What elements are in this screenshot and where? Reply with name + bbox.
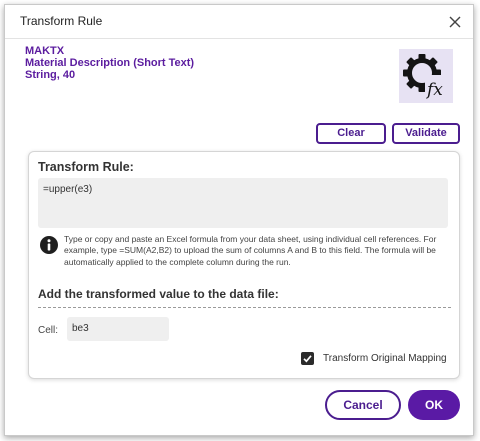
gear-fx-icon: fx <box>399 49 453 103</box>
cancel-button[interactable]: Cancel <box>325 390 401 420</box>
validate-button[interactable]: Validate <box>392 123 460 144</box>
checkmark-icon <box>303 355 312 363</box>
field-name: MAKTX <box>25 45 65 57</box>
info-icon <box>40 236 58 254</box>
transform-rule-heading: Transform Rule: <box>38 160 134 174</box>
field-type: String, 40 <box>25 69 76 81</box>
clear-button[interactable]: Clear <box>316 123 386 144</box>
transform-original-mapping-checkbox[interactable] <box>301 352 314 365</box>
dialog-titlebar: Transform Rule <box>5 5 473 39</box>
cell-label: Cell: <box>38 325 59 336</box>
divider <box>38 307 451 308</box>
svg-text:fx: fx <box>425 80 443 100</box>
field-info: MAKTX Material Description (Short Text) … <box>25 45 194 81</box>
transformed-value-heading: Add the transformed value to the data fi… <box>38 287 279 301</box>
dialog-title: Transform Rule <box>20 14 103 28</box>
transform-rule-panel: Transform Rule: =upper(e3) Type or copy … <box>28 151 460 379</box>
cell-input[interactable]: be3 <box>67 317 169 341</box>
ok-button[interactable]: OK <box>408 390 460 420</box>
transform-original-mapping-label: Transform Original Mapping <box>323 353 447 364</box>
field-description: Material Description (Short Text) <box>25 57 195 69</box>
close-icon[interactable] <box>445 12 465 32</box>
formula-input[interactable]: =upper(e3) <box>38 178 448 228</box>
transform-rule-dialog: Transform Rule MAKTX Material Descriptio… <box>4 4 474 436</box>
formula-help-text: Type or copy and paste an Excel formula … <box>64 234 437 267</box>
